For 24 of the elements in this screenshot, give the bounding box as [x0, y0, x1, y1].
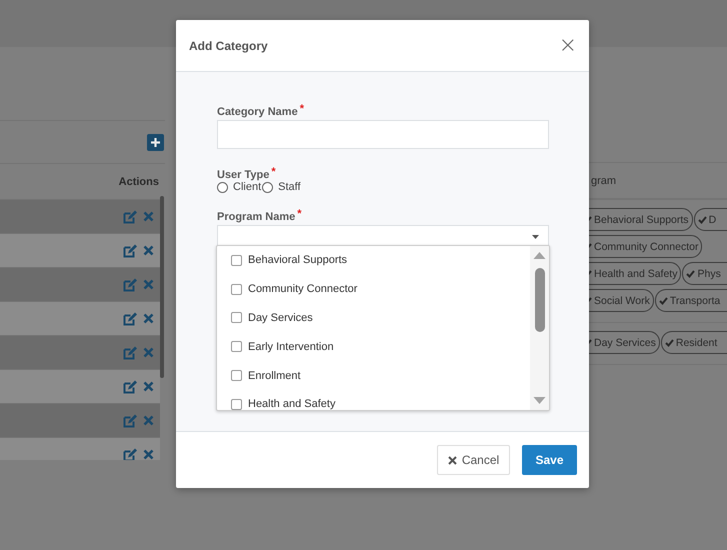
save-button[interactable]: Save: [522, 445, 577, 475]
option-label[interactable]: Community Connector: [248, 283, 358, 296]
program-tag: Resident: [660, 331, 727, 354]
column-header: Actions: [118, 176, 159, 188]
program-tag: Phys: [682, 262, 727, 285]
close-button[interactable]: ×: [558, 36, 577, 54]
field-label: User Type: [217, 169, 270, 181]
column-header: gram: [591, 174, 616, 186]
required-mark: *: [300, 103, 304, 117]
radio-label: Staff: [278, 181, 301, 193]
option-label[interactable]: Day Services: [248, 312, 313, 324]
option-label[interactable]: Early Intervention: [248, 340, 334, 353]
required-mark: *: [271, 166, 276, 180]
field-label: Program Name: [217, 211, 296, 223]
option-label[interactable]: Behavioral Supports: [248, 254, 348, 266]
field-label: Category Name: [217, 106, 298, 118]
dialog-title: Add Category: [189, 38, 268, 52]
program-tag: D: [694, 208, 727, 231]
cancel-button[interactable]: Cancel: [437, 445, 510, 475]
radio-label: Client: [233, 181, 262, 193]
option-label[interactable]: Health and Safety: [248, 398, 336, 410]
option-label[interactable]: Enrollment: [248, 370, 301, 382]
required-mark: *: [297, 208, 302, 222]
program-tag: Transporta: [654, 289, 727, 312]
